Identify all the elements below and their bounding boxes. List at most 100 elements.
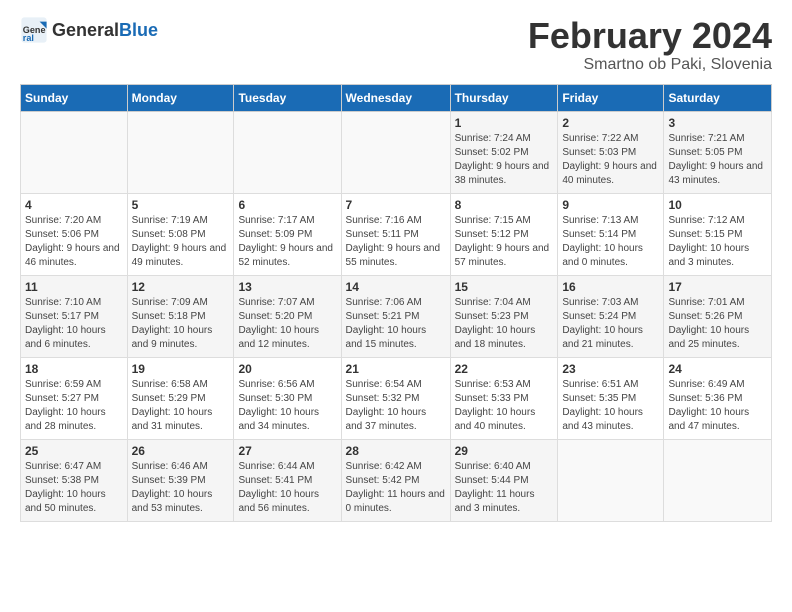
day-number: 17	[668, 280, 767, 294]
weekday-header: Sunday	[21, 84, 128, 111]
calendar-cell	[234, 111, 341, 193]
calendar-cell: 5 Sunrise: 7:19 AM Sunset: 5:08 PM Daylig…	[127, 193, 234, 275]
calendar-cell	[341, 111, 450, 193]
calendar-cell: 12Sunrise: 7:09 AM Sunset: 5:18 PM Dayli…	[127, 275, 234, 357]
calendar-table: SundayMondayTuesdayWednesdayThursdayFrid…	[20, 84, 772, 522]
logo-icon: Gene ral	[20, 16, 48, 44]
day-info: Sunrise: 7:24 AM Sunset: 5:02 PM Dayligh…	[455, 132, 554, 188]
day-number: 25	[25, 444, 123, 458]
calendar-cell: 9 Sunrise: 7:13 AM Sunset: 5:14 PM Daylig…	[558, 193, 664, 275]
calendar-cell: 19 Sunrise: 6:58 AM Sunset: 5:29 PM Dayli…	[127, 357, 234, 439]
day-info: Sunrise: 6:44 AM Sunset: 5:41 PM Dayligh…	[238, 460, 336, 516]
logo-blue: Blue	[119, 20, 158, 40]
day-number: 2	[562, 116, 659, 130]
calendar-week-row: 4 Sunrise: 7:20 AM Sunset: 5:06 PM Daylig…	[21, 193, 772, 275]
calendar-cell: 29Sunrise: 6:40 AM Sunset: 5:44 PM Dayli…	[450, 439, 558, 521]
calendar-week-row: 11 Sunrise: 7:10 AM Sunset: 5:17 PM Dayli…	[21, 275, 772, 357]
calendar-cell: 18Sunrise: 6:59 AM Sunset: 5:27 PM Dayli…	[21, 357, 128, 439]
day-number: 8	[455, 198, 554, 212]
header-row: SundayMondayTuesdayWednesdayThursdayFrid…	[21, 84, 772, 111]
calendar-cell: 15Sunrise: 7:04 AM Sunset: 5:23 PM Dayli…	[450, 275, 558, 357]
calendar-cell: 26Sunrise: 6:46 AM Sunset: 5:39 PM Dayli…	[127, 439, 234, 521]
day-number: 27	[238, 444, 336, 458]
calendar-cell: 14Sunrise: 7:06 AM Sunset: 5:21 PM Dayli…	[341, 275, 450, 357]
day-number: 6	[238, 198, 336, 212]
day-number: 9	[562, 198, 659, 212]
day-number: 19	[132, 362, 230, 376]
day-number: 16	[562, 280, 659, 294]
day-number: 23	[562, 362, 659, 376]
day-info: Sunrise: 7:13 AM Sunset: 5:14 PM Dayligh…	[562, 214, 659, 270]
day-info: Sunrise: 7:09 AM Sunset: 5:18 PM Dayligh…	[132, 296, 230, 352]
weekday-header: Monday	[127, 84, 234, 111]
calendar-cell: 11 Sunrise: 7:10 AM Sunset: 5:17 PM Dayli…	[21, 275, 128, 357]
day-info: Sunrise: 7:22 AM Sunset: 5:03 PM Dayligh…	[562, 132, 659, 188]
day-info: Sunrise: 7:17 AM Sunset: 5:09 PM Dayligh…	[238, 214, 336, 270]
logo: Gene ral GeneralBlue	[20, 16, 158, 44]
day-number: 28	[346, 444, 446, 458]
day-number: 1	[455, 116, 554, 130]
day-info: Sunrise: 7:06 AM Sunset: 5:21 PM Dayligh…	[346, 296, 446, 352]
day-number: 10	[668, 198, 767, 212]
month-title: February 2024	[528, 16, 772, 56]
logo-text: GeneralBlue	[52, 20, 158, 41]
day-info: Sunrise: 6:58 AM Sunset: 5:29 PM Dayligh…	[132, 378, 230, 434]
day-info: Sunrise: 7:12 AM Sunset: 5:15 PM Dayligh…	[668, 214, 767, 270]
calendar-cell	[664, 439, 772, 521]
day-number: 7	[346, 198, 446, 212]
day-info: Sunrise: 6:51 AM Sunset: 5:35 PM Dayligh…	[562, 378, 659, 434]
day-info: Sunrise: 7:04 AM Sunset: 5:23 PM Dayligh…	[455, 296, 554, 352]
day-number: 29	[455, 444, 554, 458]
calendar-cell	[558, 439, 664, 521]
calendar-cell: 25 Sunrise: 6:47 AM Sunset: 5:38 PM Dayli…	[21, 439, 128, 521]
calendar-cell: 17 Sunrise: 7:01 AM Sunset: 5:26 PM Dayli…	[664, 275, 772, 357]
day-info: Sunrise: 6:56 AM Sunset: 5:30 PM Dayligh…	[238, 378, 336, 434]
day-info: Sunrise: 6:42 AM Sunset: 5:42 PM Dayligh…	[346, 460, 446, 516]
weekday-header: Saturday	[664, 84, 772, 111]
day-info: Sunrise: 7:19 AM Sunset: 5:08 PM Dayligh…	[132, 214, 230, 270]
weekday-header: Wednesday	[341, 84, 450, 111]
day-info: Sunrise: 6:53 AM Sunset: 5:33 PM Dayligh…	[455, 378, 554, 434]
calendar-cell: 4 Sunrise: 7:20 AM Sunset: 5:06 PM Daylig…	[21, 193, 128, 275]
day-number: 11	[25, 280, 123, 294]
day-number: 22	[455, 362, 554, 376]
calendar-cell: 3 Sunrise: 7:21 AM Sunset: 5:05 PM Daylig…	[664, 111, 772, 193]
day-info: Sunrise: 6:47 AM Sunset: 5:38 PM Dayligh…	[25, 460, 123, 516]
day-number: 3	[668, 116, 767, 130]
header: Gene ral GeneralBlue February 2024 Smart…	[20, 16, 772, 74]
day-info: Sunrise: 7:01 AM Sunset: 5:26 PM Dayligh…	[668, 296, 767, 352]
calendar-cell: 27 Sunrise: 6:44 AM Sunset: 5:41 PM Dayli…	[234, 439, 341, 521]
calendar-cell: 23 Sunrise: 6:51 AM Sunset: 5:35 PM Dayli…	[558, 357, 664, 439]
day-number: 4	[25, 198, 123, 212]
day-number: 13	[238, 280, 336, 294]
logo-general: General	[52, 20, 119, 40]
calendar-cell: 28 Sunrise: 6:42 AM Sunset: 5:42 PM Dayli…	[341, 439, 450, 521]
calendar-cell: 13Sunrise: 7:07 AM Sunset: 5:20 PM Dayli…	[234, 275, 341, 357]
calendar-week-row: 18Sunrise: 6:59 AM Sunset: 5:27 PM Dayli…	[21, 357, 772, 439]
calendar-cell: 20 Sunrise: 6:56 AM Sunset: 5:30 PM Dayli…	[234, 357, 341, 439]
day-info: Sunrise: 7:21 AM Sunset: 5:05 PM Dayligh…	[668, 132, 767, 188]
day-info: Sunrise: 6:54 AM Sunset: 5:32 PM Dayligh…	[346, 378, 446, 434]
calendar-cell: 2 Sunrise: 7:22 AM Sunset: 5:03 PM Daylig…	[558, 111, 664, 193]
day-number: 21	[346, 362, 446, 376]
day-info: Sunrise: 7:03 AM Sunset: 5:24 PM Dayligh…	[562, 296, 659, 352]
calendar-cell: 22 Sunrise: 6:53 AM Sunset: 5:33 PM Dayli…	[450, 357, 558, 439]
subtitle: Smartno ob Paki, Slovenia	[528, 56, 772, 74]
day-number: 5	[132, 198, 230, 212]
calendar-cell: 24Sunrise: 6:49 AM Sunset: 5:36 PM Dayli…	[664, 357, 772, 439]
day-info: Sunrise: 6:59 AM Sunset: 5:27 PM Dayligh…	[25, 378, 123, 434]
svg-text:ral: ral	[23, 33, 34, 43]
calendar-week-row: 1 Sunrise: 7:24 AM Sunset: 5:02 PM Daylig…	[21, 111, 772, 193]
weekday-header: Tuesday	[234, 84, 341, 111]
calendar-week-row: 25 Sunrise: 6:47 AM Sunset: 5:38 PM Dayli…	[21, 439, 772, 521]
day-info: Sunrise: 7:20 AM Sunset: 5:06 PM Dayligh…	[25, 214, 123, 270]
calendar-cell	[127, 111, 234, 193]
title-area: February 2024 Smartno ob Paki, Slovenia	[528, 16, 772, 74]
calendar-cell: 21 Sunrise: 6:54 AM Sunset: 5:32 PM Dayli…	[341, 357, 450, 439]
day-info: Sunrise: 7:15 AM Sunset: 5:12 PM Dayligh…	[455, 214, 554, 270]
calendar-cell: 7Sunrise: 7:16 AM Sunset: 5:11 PM Daylig…	[341, 193, 450, 275]
day-info: Sunrise: 7:10 AM Sunset: 5:17 PM Dayligh…	[25, 296, 123, 352]
day-number: 24	[668, 362, 767, 376]
day-info: Sunrise: 6:46 AM Sunset: 5:39 PM Dayligh…	[132, 460, 230, 516]
day-number: 20	[238, 362, 336, 376]
